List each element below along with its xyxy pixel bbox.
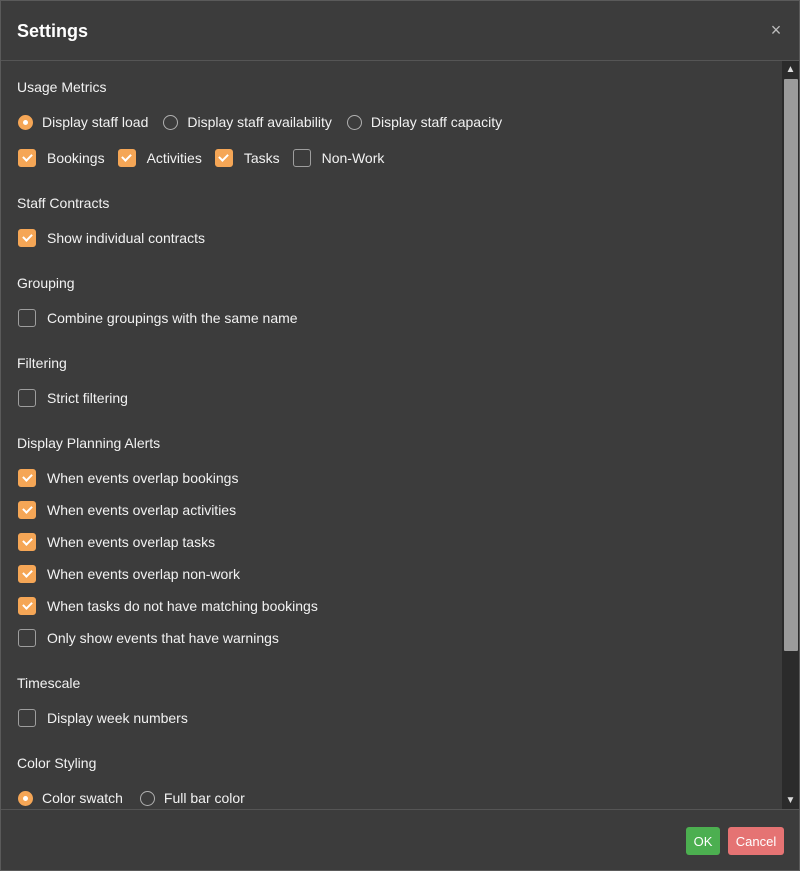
checkbox-label: When events overlap tasks	[47, 534, 216, 550]
checkbox-label: Combine groupings with the same name	[47, 310, 298, 326]
checkbox-label: Activities	[146, 150, 202, 166]
checkbox-overlap-non-work[interactable]: When events overlap non-work	[17, 565, 240, 583]
checkbox[interactable]	[18, 709, 36, 727]
cancel-button[interactable]: Cancel	[728, 827, 784, 855]
checkbox[interactable]	[18, 629, 36, 647]
checkbox-label: Non-Work	[321, 150, 385, 166]
radio-label: Full bar color	[163, 790, 245, 806]
checkbox-label: When events overlap bookings	[47, 470, 239, 486]
radio-label: Display staff availability	[187, 114, 332, 130]
checkbox-non-work[interactable]: Non-Work	[292, 149, 385, 167]
checkbox-label: Only show events that have warnings	[47, 630, 279, 646]
checkbox[interactable]	[18, 229, 36, 247]
dialog-body[interactable]: Usage Metrics Display staff load Display…	[1, 61, 799, 809]
checkbox-label: Tasks	[243, 150, 280, 166]
checkbox-tasks[interactable]: Tasks	[214, 149, 280, 167]
checkbox-show-individual-contracts[interactable]: Show individual contracts	[17, 229, 205, 247]
radio-label: Display staff load	[42, 114, 149, 130]
section-title-filtering: Filtering	[17, 355, 67, 371]
checkbox-label: When tasks do not have matching bookings	[47, 598, 318, 614]
checkbox-label: Display week numbers	[47, 710, 188, 726]
dialog-title: Settings	[17, 21, 89, 41]
scrollbar-thumb[interactable]	[784, 79, 798, 651]
chevron-up-icon[interactable]: ▲	[782, 61, 799, 78]
radio-button[interactable]	[346, 114, 362, 130]
checkbox-tasks-no-matching-bookings[interactable]: When tasks do not have matching bookings	[17, 597, 318, 615]
checkbox-combine-groupings[interactable]: Combine groupings with the same name	[17, 309, 298, 327]
dialog-header: Settings ×	[1, 1, 799, 61]
usage-metrics-checkbox-row: Bookings Activities Tasks Non-Work	[17, 147, 398, 169]
checkbox[interactable]	[18, 533, 36, 551]
planning-alert-row: Only show events that have warnings	[17, 627, 293, 649]
section-title-staff-contracts: Staff Contracts	[17, 195, 110, 211]
radio-full-bar-color[interactable]: Full bar color	[139, 790, 245, 806]
checkbox[interactable]	[18, 389, 36, 407]
checkbox[interactable]	[18, 501, 36, 519]
section-title-color-styling: Color Styling	[17, 755, 97, 771]
checkbox-label: When events overlap activities	[47, 502, 237, 518]
checkbox-strict-filtering[interactable]: Strict filtering	[17, 389, 128, 407]
grouping-row: Combine groupings with the same name	[17, 307, 312, 329]
checkbox-overlap-tasks[interactable]: When events overlap tasks	[17, 533, 215, 551]
checkbox[interactable]	[292, 149, 311, 167]
checkbox[interactable]	[214, 149, 233, 167]
radio-label: Color swatch	[42, 790, 123, 806]
planning-alert-row: When events overlap tasks	[17, 531, 229, 553]
color-styling-row: Color swatch Full bar color	[17, 787, 259, 809]
section-title-timescale: Timescale	[17, 675, 81, 691]
dialog-footer: OK Cancel	[1, 809, 799, 871]
radio-display-staff-load[interactable]: Display staff load	[17, 114, 148, 130]
checkbox-overlap-activities[interactable]: When events overlap activities	[17, 501, 236, 519]
radio-display-staff-capacity[interactable]: Display staff capacity	[346, 114, 502, 130]
ok-button[interactable]: OK	[686, 827, 720, 855]
checkbox-display-week-numbers[interactable]: Display week numbers	[17, 709, 188, 727]
radio-button[interactable]	[139, 790, 155, 806]
planning-alert-row: When tasks do not have matching bookings	[17, 595, 332, 617]
checkbox[interactable]	[18, 597, 36, 615]
section-title-usage-metrics: Usage Metrics	[17, 79, 107, 95]
radio-display-staff-availability[interactable]: Display staff availability	[162, 114, 332, 130]
filtering-row: Strict filtering	[17, 387, 142, 409]
vertical-scrollbar[interactable]: ▲ ▼	[782, 61, 799, 809]
planning-alert-row: When events overlap non-work	[17, 563, 254, 585]
checkbox-overlap-bookings[interactable]: When events overlap bookings	[17, 469, 238, 487]
checkbox-label: When events overlap non-work	[47, 566, 240, 582]
radio-button[interactable]	[163, 114, 179, 130]
section-title-planning-alerts: Display Planning Alerts	[17, 435, 161, 451]
planning-alert-row: When events overlap bookings	[17, 467, 252, 489]
settings-dialog: Settings × Usage Metrics Display staff l…	[0, 0, 800, 871]
checkbox[interactable]	[18, 565, 36, 583]
section-title-grouping: Grouping	[17, 275, 75, 291]
checkbox[interactable]	[18, 309, 36, 327]
staff-contracts-row: Show individual contracts	[17, 227, 219, 249]
checkbox-bookings[interactable]: Bookings	[17, 149, 105, 167]
chevron-down-icon[interactable]: ▼	[782, 792, 799, 809]
checkbox[interactable]	[18, 149, 36, 167]
checkbox-label: Bookings	[47, 150, 105, 166]
checkbox-label: Strict filtering	[47, 390, 128, 406]
checkbox[interactable]	[18, 469, 36, 487]
timescale-row: Display week numbers	[17, 707, 202, 729]
checkbox-label: Show individual contracts	[47, 230, 205, 246]
radio-color-swatch[interactable]: Color swatch	[17, 790, 123, 806]
close-icon[interactable]: ×	[769, 21, 783, 39]
radio-label: Display staff capacity	[370, 114, 503, 130]
checkbox-only-show-warnings[interactable]: Only show events that have warnings	[17, 629, 279, 647]
checkbox[interactable]	[117, 149, 136, 167]
radio-button[interactable]	[18, 114, 33, 130]
checkbox-activities[interactable]: Activities	[117, 149, 202, 167]
planning-alert-row: When events overlap activities	[17, 499, 250, 521]
usage-metrics-radio-row: Display staff load Display staff availab…	[17, 111, 516, 133]
radio-button[interactable]	[18, 790, 33, 806]
